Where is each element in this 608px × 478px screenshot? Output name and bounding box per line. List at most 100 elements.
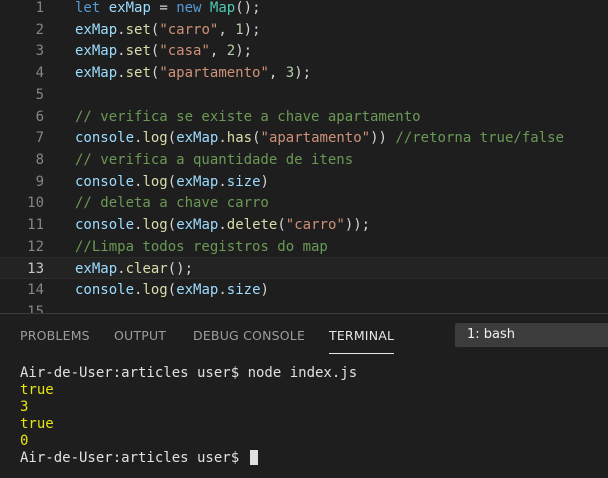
- code-line[interactable]: 8 // verifica a quantidade de itens: [0, 149, 608, 171]
- code-token: exMap: [75, 261, 118, 278]
- code-token: // verifica a quantidade de itens: [75, 151, 354, 168]
- code-token: (: [167, 217, 177, 233]
- code-token: ));: [344, 217, 371, 233]
- terminal-prompt-line: Air-de-User:articles user$ node index.js: [20, 365, 357, 382]
- code-token: exMap: [176, 130, 219, 147]
- terminal-text: 0: [20, 433, 29, 449]
- code-line[interactable]: 2 exMap.set("carro", 1);: [0, 19, 608, 41]
- code-token: log: [142, 130, 168, 147]
- code-token: console: [75, 173, 135, 190]
- code-token: 2: [226, 43, 236, 60]
- code-token: console: [75, 282, 135, 299]
- code-line[interactable]: 4 exMap.set("apartamento", 3);: [0, 62, 608, 84]
- code-token: Map: [209, 0, 236, 16]
- terminal-text: Air-de-User:articles user$: [20, 450, 248, 466]
- code-token: exMap: [75, 21, 118, 38]
- code-token: =: [150, 0, 177, 16]
- code-token: delete: [226, 217, 278, 233]
- terminal-output-line: true: [20, 416, 357, 433]
- code-token: .: [117, 43, 126, 60]
- code-token: .: [117, 261, 126, 278]
- code-line[interactable]: 13 exMap.clear();: [0, 257, 608, 280]
- line-number: 7: [35, 130, 44, 147]
- code-line[interactable]: 9 console.log(exMap.size): [0, 171, 608, 193]
- code-line[interactable]: 3 exMap.set("casa", 2);: [0, 40, 608, 62]
- line-number: 13: [27, 261, 44, 278]
- line-number: 10: [27, 195, 44, 212]
- bottom-panel: PROBLEMS OUTPUT DEBUG CONSOLE TERMINAL 1…: [0, 313, 608, 478]
- terminal-text: true: [20, 416, 54, 432]
- code-line[interactable]: 7 console.log(exMap.has("apartamento")) /…: [0, 127, 608, 149]
- code-token: log: [142, 173, 168, 190]
- code-token: (: [167, 173, 177, 190]
- line-number: 6: [35, 108, 44, 125]
- code-token: );: [294, 65, 312, 82]
- code-text: exMap.set("carro", 1);: [75, 19, 261, 41]
- code-editor[interactable]: 1 let exMap = new Map(); 2 exMap.set("carro…: [0, 0, 608, 313]
- code-token: //Limpa todos registros do map: [75, 238, 328, 255]
- code-line[interactable]: 14 console.log(exMap.size): [0, 279, 608, 301]
- code-line[interactable]: 12 //Limpa todos registros do map: [0, 236, 608, 258]
- code-token: "apartamento": [159, 65, 269, 82]
- code-token: .: [117, 21, 126, 38]
- line-number: 2: [35, 21, 44, 38]
- code-token: );: [235, 43, 253, 60]
- line-number: 5: [35, 86, 44, 103]
- code-token: exMap: [176, 173, 219, 190]
- code-token: log: [142, 282, 168, 299]
- code-token: size: [226, 173, 261, 190]
- code-token: set: [125, 21, 151, 38]
- code-token: // verifica se existe a chave apartament…: [75, 108, 421, 125]
- code-token: log: [142, 217, 168, 233]
- tab-terminal[interactable]: TERMINAL: [329, 314, 395, 354]
- code-token: console: [75, 217, 135, 233]
- code-token: exMap: [176, 282, 219, 299]
- code-text: // verifica se existe a chave apartament…: [75, 106, 421, 128]
- code-text: //Limpa todos registros do map: [75, 236, 328, 258]
- code-token: clear: [125, 261, 168, 278]
- code-line[interactable]: 1 let exMap = new Map();: [0, 0, 608, 19]
- line-number: 15: [27, 303, 44, 313]
- code-text: exMap.set("apartamento", 3);: [75, 62, 311, 84]
- code-text: let exMap = new Map();: [75, 0, 261, 19]
- line-number: 11: [27, 217, 44, 233]
- tab-problems[interactable]: PROBLEMS: [20, 314, 90, 354]
- line-number: 8: [35, 151, 44, 168]
- code-token: ,: [209, 43, 227, 60]
- code-token: .: [218, 217, 227, 233]
- code-text: console.log(exMap.has("apartamento")) //…: [75, 127, 564, 149]
- code-token: exMap: [176, 217, 219, 233]
- code-token: "apartamento": [260, 130, 371, 147]
- code-line[interactable]: 10 // deleta a chave carro: [0, 192, 608, 214]
- code-token: (: [167, 282, 177, 299]
- code-line[interactable]: 11 console.log(exMap.delete("carro"));: [0, 214, 608, 236]
- code-token: exMap: [75, 65, 118, 82]
- code-line[interactable]: 15: [0, 301, 608, 313]
- code-token: )): [370, 130, 396, 147]
- code-line[interactable]: 6 // verifica se existe a chave apartamen…: [0, 106, 608, 128]
- code-token: size: [226, 282, 261, 299]
- tab-output[interactable]: OUTPUT: [114, 314, 166, 354]
- code-token: new: [176, 0, 202, 16]
- code-token: ();: [167, 261, 194, 278]
- terminal-cursor: [249, 450, 258, 465]
- code-line[interactable]: 5: [0, 84, 608, 106]
- terminal-selector[interactable]: 1: bash: [455, 323, 608, 347]
- code-token: ,: [218, 21, 236, 38]
- terminal-prompt-line: Air-de-User:articles user$: [20, 450, 357, 467]
- code-token: "carro": [159, 21, 219, 38]
- terminal-text: true: [20, 382, 54, 398]
- code-token: );: [243, 21, 261, 38]
- code-token: let: [75, 0, 101, 16]
- code-token: (: [167, 130, 177, 147]
- code-token: .: [218, 173, 227, 190]
- tab-debug-console[interactable]: DEBUG CONSOLE: [193, 314, 305, 354]
- code-token: exMap: [75, 43, 118, 60]
- code-token: // deleta a chave carro: [75, 195, 269, 212]
- terminal-text: 3: [20, 399, 29, 415]
- terminal-output[interactable]: Air-de-User:articles user$ node index.js…: [20, 365, 357, 467]
- code-token: has: [226, 130, 253, 147]
- code-text: // verifica a quantidade de itens: [75, 149, 353, 171]
